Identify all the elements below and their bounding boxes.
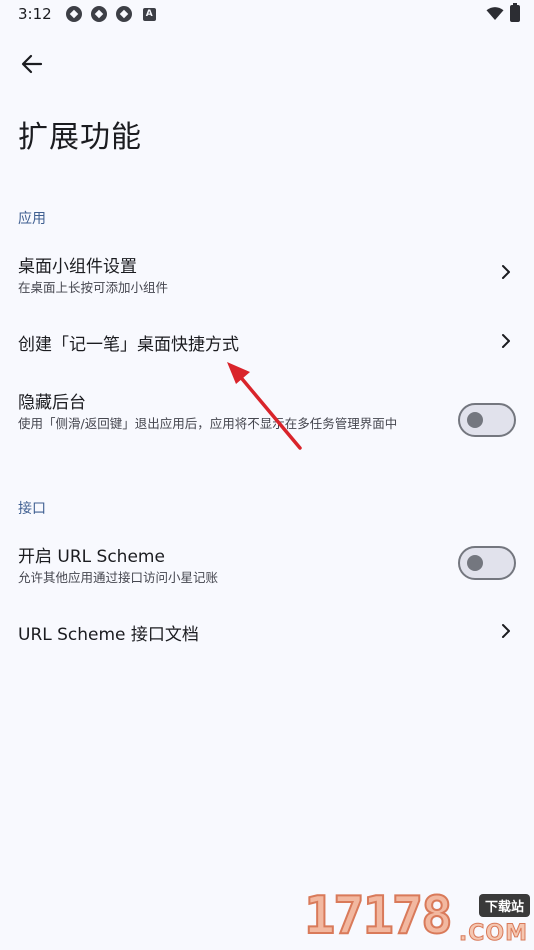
chevron-right-icon xyxy=(502,265,510,279)
status-bar: 3:12 A xyxy=(0,0,534,28)
status-indicators xyxy=(486,3,520,22)
watermark-tag: 下载站 xyxy=(478,894,530,917)
notification-icon xyxy=(65,6,82,22)
chevron-right-icon xyxy=(502,624,510,638)
hide-recents-item[interactable]: 隐藏后台 使用「侧滑/返回键」退出应用后，应用将不显示在多任务管理界面中 xyxy=(0,376,534,466)
toggle-knob xyxy=(467,412,483,428)
create-shortcut-item[interactable]: 创建「记一笔」桌面快捷方式 xyxy=(0,316,534,366)
url-scheme-subtitle: 允许其他应用通过接口访问小星记账 xyxy=(18,570,219,585)
wifi-icon xyxy=(486,6,504,20)
url-scheme-item[interactable]: 开启 URL Scheme 允许其他应用通过接口访问小星记账 xyxy=(0,530,534,596)
watermark-logo: 17178 下载站 .COM xyxy=(303,885,530,950)
widget-settings-subtitle: 在桌面上长按可添加小组件 xyxy=(18,280,169,295)
watermark-domain: .COM xyxy=(458,921,528,947)
hide-recents-title: 隐藏后台 xyxy=(18,393,86,413)
arrow-left-icon xyxy=(21,54,43,74)
notification-icon xyxy=(90,6,107,22)
hide-recents-subtitle: 使用「侧滑/返回键」退出应用后，应用将不显示在多任务管理界面中 xyxy=(18,416,398,431)
url-scheme-toggle[interactable] xyxy=(458,546,516,580)
widget-settings-item[interactable]: 桌面小组件设置 在桌面上长按可添加小组件 xyxy=(0,240,534,306)
page-title: 扩展功能 xyxy=(18,120,142,155)
create-shortcut-title: 创建「记一笔」桌面快捷方式 xyxy=(18,335,239,355)
widget-settings-title: 桌面小组件设置 xyxy=(18,257,137,277)
notification-a-icon: A xyxy=(142,7,156,21)
status-time: 3:12 xyxy=(18,5,52,23)
url-scheme-docs-item[interactable]: URL Scheme 接口文档 xyxy=(0,606,534,656)
battery-icon xyxy=(510,3,520,22)
url-scheme-docs-title: URL Scheme 接口文档 xyxy=(18,625,199,645)
hide-recents-toggle[interactable] xyxy=(458,403,516,437)
back-button[interactable] xyxy=(12,44,52,84)
notification-icon xyxy=(115,6,132,22)
chevron-right-icon xyxy=(502,334,510,348)
toggle-knob xyxy=(467,555,483,571)
section-header-app: 应用 xyxy=(18,211,46,227)
url-scheme-title: 开启 URL Scheme xyxy=(18,547,165,567)
watermark-number: 17178 xyxy=(303,885,454,947)
section-header-api: 接口 xyxy=(18,501,46,517)
